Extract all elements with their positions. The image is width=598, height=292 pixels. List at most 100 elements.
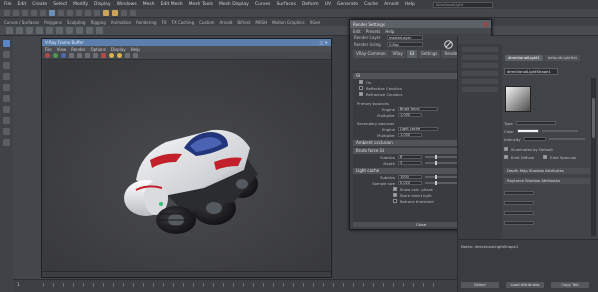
layout-persp-icon[interactable] [3, 139, 10, 146]
snap-point-icon[interactable] [94, 10, 100, 16]
shelf-tab-10[interactable]: Bifrost [237, 20, 250, 25]
shelf-tool-icon[interactable] [16, 27, 23, 34]
select-by-component-icon[interactable] [67, 10, 73, 16]
menu-item-0[interactable]: File [4, 2, 12, 7]
shelf-tab-11[interactable]: MASH [255, 20, 267, 25]
list-item[interactable] [462, 63, 498, 68]
list-item[interactable] [462, 79, 498, 84]
menu-item-5[interactable]: Display [94, 2, 111, 7]
shelf-tab-1[interactable]: Polygons [44, 20, 62, 25]
list-item[interactable] [462, 71, 498, 76]
select-by-hierarchy-icon[interactable] [49, 10, 55, 16]
render-view-menu-item-1[interactable]: View [57, 47, 67, 52]
checkbox-icon[interactable] [359, 86, 363, 90]
depth-field[interactable]: 3 [398, 161, 422, 165]
checkbox-checked-icon[interactable] [504, 147, 508, 151]
new-scene-icon[interactable] [4, 10, 10, 16]
checkbox-checked-icon[interactable] [393, 193, 397, 197]
dialog-tab-2[interactable]: GI [406, 50, 418, 58]
shelf-tab-7[interactable]: FX Caching [172, 20, 194, 25]
attribute-field[interactable] [504, 211, 534, 215]
layout-single-icon[interactable] [3, 117, 10, 124]
checkbox-checked-icon[interactable] [359, 92, 363, 96]
secondary-multiplier-field[interactable]: 1.000 [398, 133, 422, 137]
attribute-tab-1[interactable]: defaultLightSet [544, 55, 580, 61]
layout-four-icon[interactable] [3, 128, 10, 135]
time-slider[interactable]: 1 [13, 279, 457, 292]
shelf-tool-icon[interactable] [86, 27, 93, 34]
scale-tool-icon[interactable] [3, 95, 10, 102]
render-last-icon[interactable] [109, 53, 114, 58]
track-mouse-icon[interactable] [85, 53, 90, 58]
checkbox-checked-icon[interactable] [393, 187, 397, 191]
checkbox-checked-icon[interactable] [543, 155, 548, 159]
primary-engine-dropdown[interactable]: Brute force [398, 107, 438, 111]
redo-icon[interactable] [40, 10, 46, 16]
raytrace-section[interactable]: Raytrace Shadow Attributes [504, 178, 590, 184]
checkbox-icon[interactable] [393, 199, 397, 203]
color-swatch[interactable] [516, 129, 539, 133]
green-channel-icon[interactable] [53, 53, 58, 58]
last-tool-icon[interactable] [3, 106, 10, 113]
shelf-tab-2[interactable]: Sculpting [67, 20, 86, 25]
shelf-tab-4[interactable]: Animation [111, 20, 131, 25]
load-attributes-button[interactable]: Load Attributes [506, 282, 544, 288]
menu-item-12[interactable]: Surfaces [276, 2, 296, 7]
select-button[interactable]: Select [461, 282, 499, 288]
shelf-tab-13[interactable]: XGen [310, 20, 321, 25]
render-layer-dropdown[interactable]: masterLayer [387, 35, 423, 40]
render-canvas[interactable] [44, 62, 330, 272]
depth-map-section[interactable]: Depth Map Shadow Attributes [504, 168, 590, 174]
window-controls-icon[interactable]: ▢ ✕ [320, 40, 328, 45]
lens-effects-icon[interactable] [125, 53, 130, 58]
dialog-menu-item-2[interactable]: Help [385, 29, 394, 34]
undo-icon[interactable] [31, 10, 37, 16]
ipr-render-icon[interactable] [112, 10, 118, 16]
menu-item-4[interactable]: Modify [73, 2, 88, 7]
render-view-menu-item-0[interactable]: File [45, 47, 52, 52]
menu-item-2[interactable]: Create [32, 2, 47, 7]
attribute-field[interactable] [504, 191, 534, 195]
shelf-tab-12[interactable]: Motion Graphics [272, 20, 305, 25]
render-view-menu-item-5[interactable]: Help [131, 47, 140, 52]
blue-channel-icon[interactable] [61, 53, 66, 58]
attribute-field[interactable] [504, 221, 534, 225]
dialog-tab-0[interactable]: VRay Common [353, 50, 389, 58]
shelf-tab-3[interactable]: Rigging [91, 20, 106, 25]
shelf-tool-icon[interactable] [46, 27, 53, 34]
shelf-tool-icon[interactable] [56, 27, 63, 34]
render-icon[interactable] [103, 10, 109, 16]
intensity-slider[interactable] [548, 138, 585, 140]
dialog-tab-3[interactable]: Settings [418, 50, 441, 58]
close-icon[interactable] [483, 21, 488, 27]
menu-item-6[interactable]: Windows [117, 2, 137, 7]
render-view-menu-item-3[interactable]: Options [90, 47, 105, 52]
search-input[interactable]: directionalLight [432, 1, 493, 8]
shelf-tool-icon[interactable] [66, 27, 73, 34]
hypershade-icon[interactable] [130, 10, 136, 16]
menu-item-13[interactable]: Deform [302, 2, 319, 7]
open-scene-icon[interactable] [13, 10, 19, 16]
subdivs-field[interactable]: 8 [398, 155, 422, 159]
attribute-field[interactable] [504, 201, 534, 205]
primary-multiplier-field[interactable]: 1.000 [398, 113, 422, 117]
menu-item-18[interactable]: Help [405, 2, 415, 7]
menu-item-16[interactable]: Cache [364, 2, 378, 7]
menu-item-1[interactable]: Edit [18, 2, 27, 7]
timeline-ticks[interactable] [43, 283, 443, 287]
move-tool-icon[interactable] [3, 73, 10, 80]
shelf-tab-6[interactable]: FX [162, 20, 167, 25]
list-item[interactable] [462, 55, 498, 60]
shelf-tool-icon[interactable] [96, 27, 103, 34]
snap-grid-icon[interactable] [76, 10, 82, 16]
dialog-menu-item-0[interactable]: Edit [353, 29, 361, 34]
shelf-tab-5[interactable]: Rendering [136, 20, 156, 25]
color-corrections-icon[interactable] [133, 53, 138, 58]
dialog-menu-item-1[interactable]: Presets [366, 29, 381, 34]
checkbox-checked-icon[interactable] [359, 80, 363, 84]
menu-item-15[interactable]: Generate [337, 2, 358, 7]
render-view-menu-item-2[interactable]: Render [71, 47, 85, 52]
shelf-tool-icon[interactable] [6, 27, 13, 34]
menu-item-17[interactable]: Arnold [384, 2, 399, 7]
copy-tab-button[interactable]: Copy Tab [551, 282, 589, 288]
